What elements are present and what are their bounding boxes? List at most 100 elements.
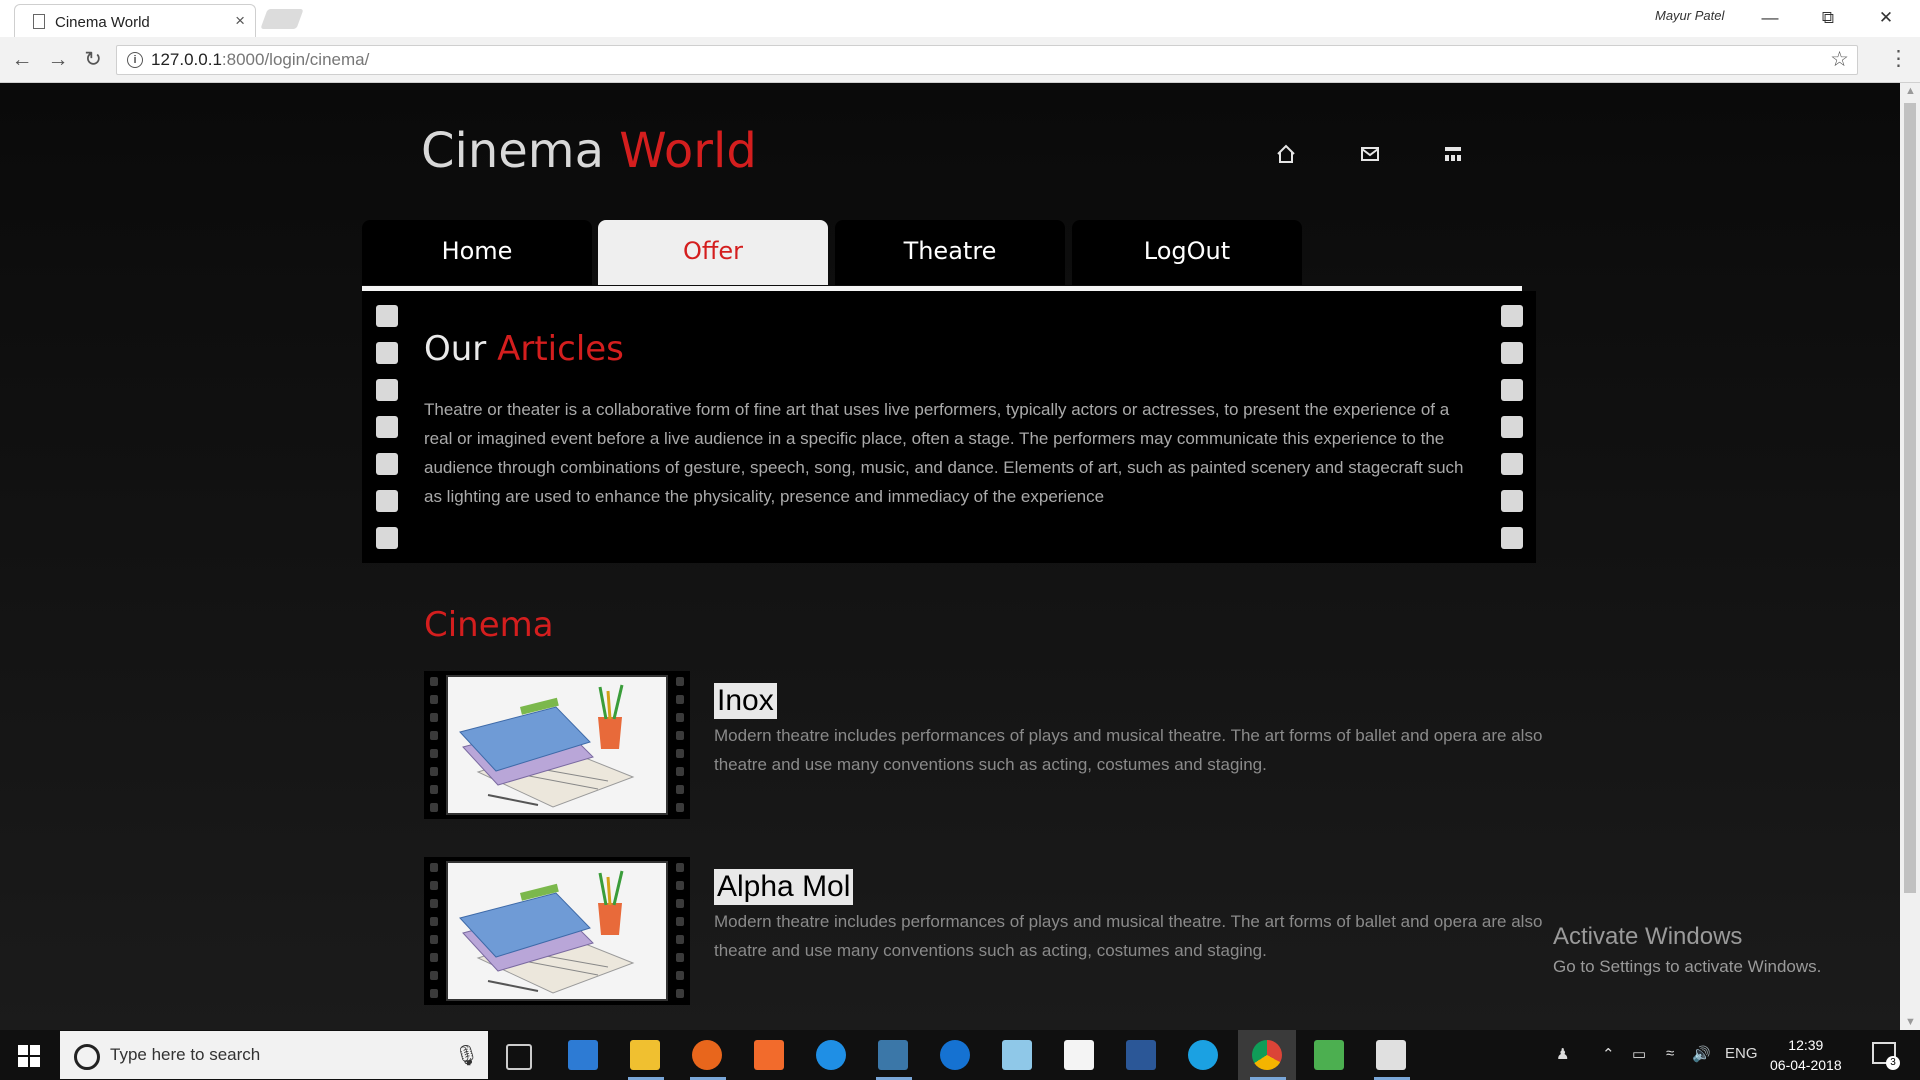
store-icon[interactable] [568,1040,598,1070]
restore-icon[interactable]: ⧉ [1808,4,1848,32]
film-perforation [376,453,398,475]
chrome-icon[interactable] [1252,1040,1282,1070]
film-hole [676,695,684,704]
forward-icon[interactable]: → [44,46,72,74]
film-hole [430,803,438,812]
wifi-icon[interactable]: ≈ [1666,1045,1674,1062]
mail-app-icon[interactable] [1064,1040,1094,1070]
address-bar[interactable]: i 127.0.0.1:8000/login/cinema/ ☆ [116,45,1858,75]
scroll-up-icon[interactable]: ▲ [1905,85,1916,97]
bookmark-star-icon[interactable]: ☆ [1830,47,1849,72]
tab-offer[interactable]: Offer [598,220,828,285]
url-path: :8000/login/cinema/ [221,50,370,69]
powershell-icon[interactable] [1126,1040,1156,1070]
firefox-icon[interactable] [692,1040,722,1070]
cinema-description: Modern theatre includes performances of … [714,726,1543,774]
cinema-name[interactable]: Alpha Mol [714,869,854,905]
microphone-icon[interactable]: 🎙 [454,1043,479,1068]
film-hole [430,749,438,758]
film-hole [430,953,438,962]
film-perforation [376,416,398,438]
internet-explorer-icon[interactable] [816,1040,846,1070]
film-hole [676,989,684,998]
notification-count: 3 [1886,1056,1900,1070]
tab-home[interactable]: Home [362,220,592,285]
profile-name[interactable]: Mayur Patel [1655,8,1724,23]
sitemap-icon[interactable] [1440,141,1466,167]
battery-icon[interactable]: ▭ [1632,1045,1646,1063]
film-hole [430,881,438,890]
activate-windows-watermark: Activate Windows Go to Settings to activ… [1553,923,1821,977]
film-hole [676,917,684,926]
cinema-thumbnail[interactable] [424,671,690,819]
film-hole [676,731,684,740]
film-hole [430,695,438,704]
film-hole [430,863,438,872]
page-viewport: Cinema World Home Offer Theatre LogOut O… [0,83,1900,1030]
browser-toolbar: ← → ↻ i 127.0.0.1:8000/login/cinema/ ☆ ⋮ [0,37,1920,83]
logo-accent: World [619,123,757,179]
scroll-thumb[interactable] [1904,103,1916,893]
info-icon[interactable]: i [127,52,143,68]
cinema-name[interactable]: Inox [714,683,777,719]
film-hole [676,935,684,944]
watermark-subtitle: Go to Settings to activate Windows. [1553,957,1822,976]
volume-icon[interactable]: 🔊 [1692,1045,1711,1063]
windows-start-icon[interactable] [18,1045,40,1067]
film-hole [676,971,684,980]
film-hole [676,881,684,890]
skype-icon[interactable] [1188,1040,1218,1070]
mail-icon[interactable] [1357,141,1383,167]
film-perforation [1501,342,1523,364]
film-perforation [1501,527,1523,549]
notes-icon[interactable] [1376,1040,1406,1070]
python-icon[interactable] [878,1040,908,1070]
file-explorer-icon[interactable] [630,1040,660,1070]
page-scrollbar[interactable]: ▲ ▼ [1900,83,1920,1030]
back-icon[interactable]: ← [8,46,36,74]
xampp-icon[interactable] [754,1040,784,1070]
film-hole [676,803,684,812]
scroll-down-icon[interactable]: ▼ [1905,1016,1916,1028]
reload-icon[interactable]: ↻ [79,46,107,74]
articles-panel: Our Articles Theatre or theater is a col… [362,291,1536,563]
film-perforation [376,527,398,549]
tray-expand-icon[interactable]: ⌃ [1602,1045,1615,1063]
language-indicator[interactable]: ENG [1725,1045,1758,1062]
edge-icon[interactable] [940,1040,970,1070]
film-hole [430,917,438,926]
binders-image [446,675,668,815]
clock[interactable]: 12:39 06-04-2018 [1770,1035,1842,1075]
close-window-icon[interactable]: ✕ [1866,4,1906,32]
people-icon[interactable]: ♟ [1556,1045,1569,1063]
home-icon[interactable] [1273,141,1299,167]
film-perforation [1501,453,1523,475]
browser-menu-icon[interactable]: ⋮ [1888,45,1909,73]
editor-icon[interactable] [1314,1040,1344,1070]
film-hole [430,713,438,722]
browser-tab[interactable]: Cinema World × [14,4,256,38]
film-perforation [1501,379,1523,401]
film-perforation [376,305,398,327]
film-perforation [376,379,398,401]
film-hole [676,863,684,872]
taskbar-search[interactable]: Type here to search 🎙 [60,1031,488,1079]
minimize-icon[interactable]: — [1750,4,1790,32]
new-tab-button[interactable] [260,9,304,29]
articles-text: Theatre or theater is a collaborative fo… [424,400,1464,506]
film-hole [430,935,438,944]
notepad-icon[interactable] [1002,1040,1032,1070]
watermark-title: Activate Windows [1553,923,1743,950]
tab-theatre[interactable]: Theatre [835,220,1065,285]
tab-logout[interactable]: LogOut [1072,220,1302,285]
film-perforation [1501,416,1523,438]
cinema-thumbnail[interactable] [424,857,690,1005]
task-view-icon[interactable] [506,1044,532,1070]
url-text[interactable]: 127.0.0.1:8000/login/cinema/ [151,50,369,70]
tab-close-icon[interactable]: × [235,11,245,31]
site-logo[interactable]: Cinema World [421,123,757,179]
clock-date: 06-04-2018 [1770,1057,1842,1073]
film-hole [430,785,438,794]
film-perforation [376,490,398,512]
cortana-icon [74,1044,100,1070]
